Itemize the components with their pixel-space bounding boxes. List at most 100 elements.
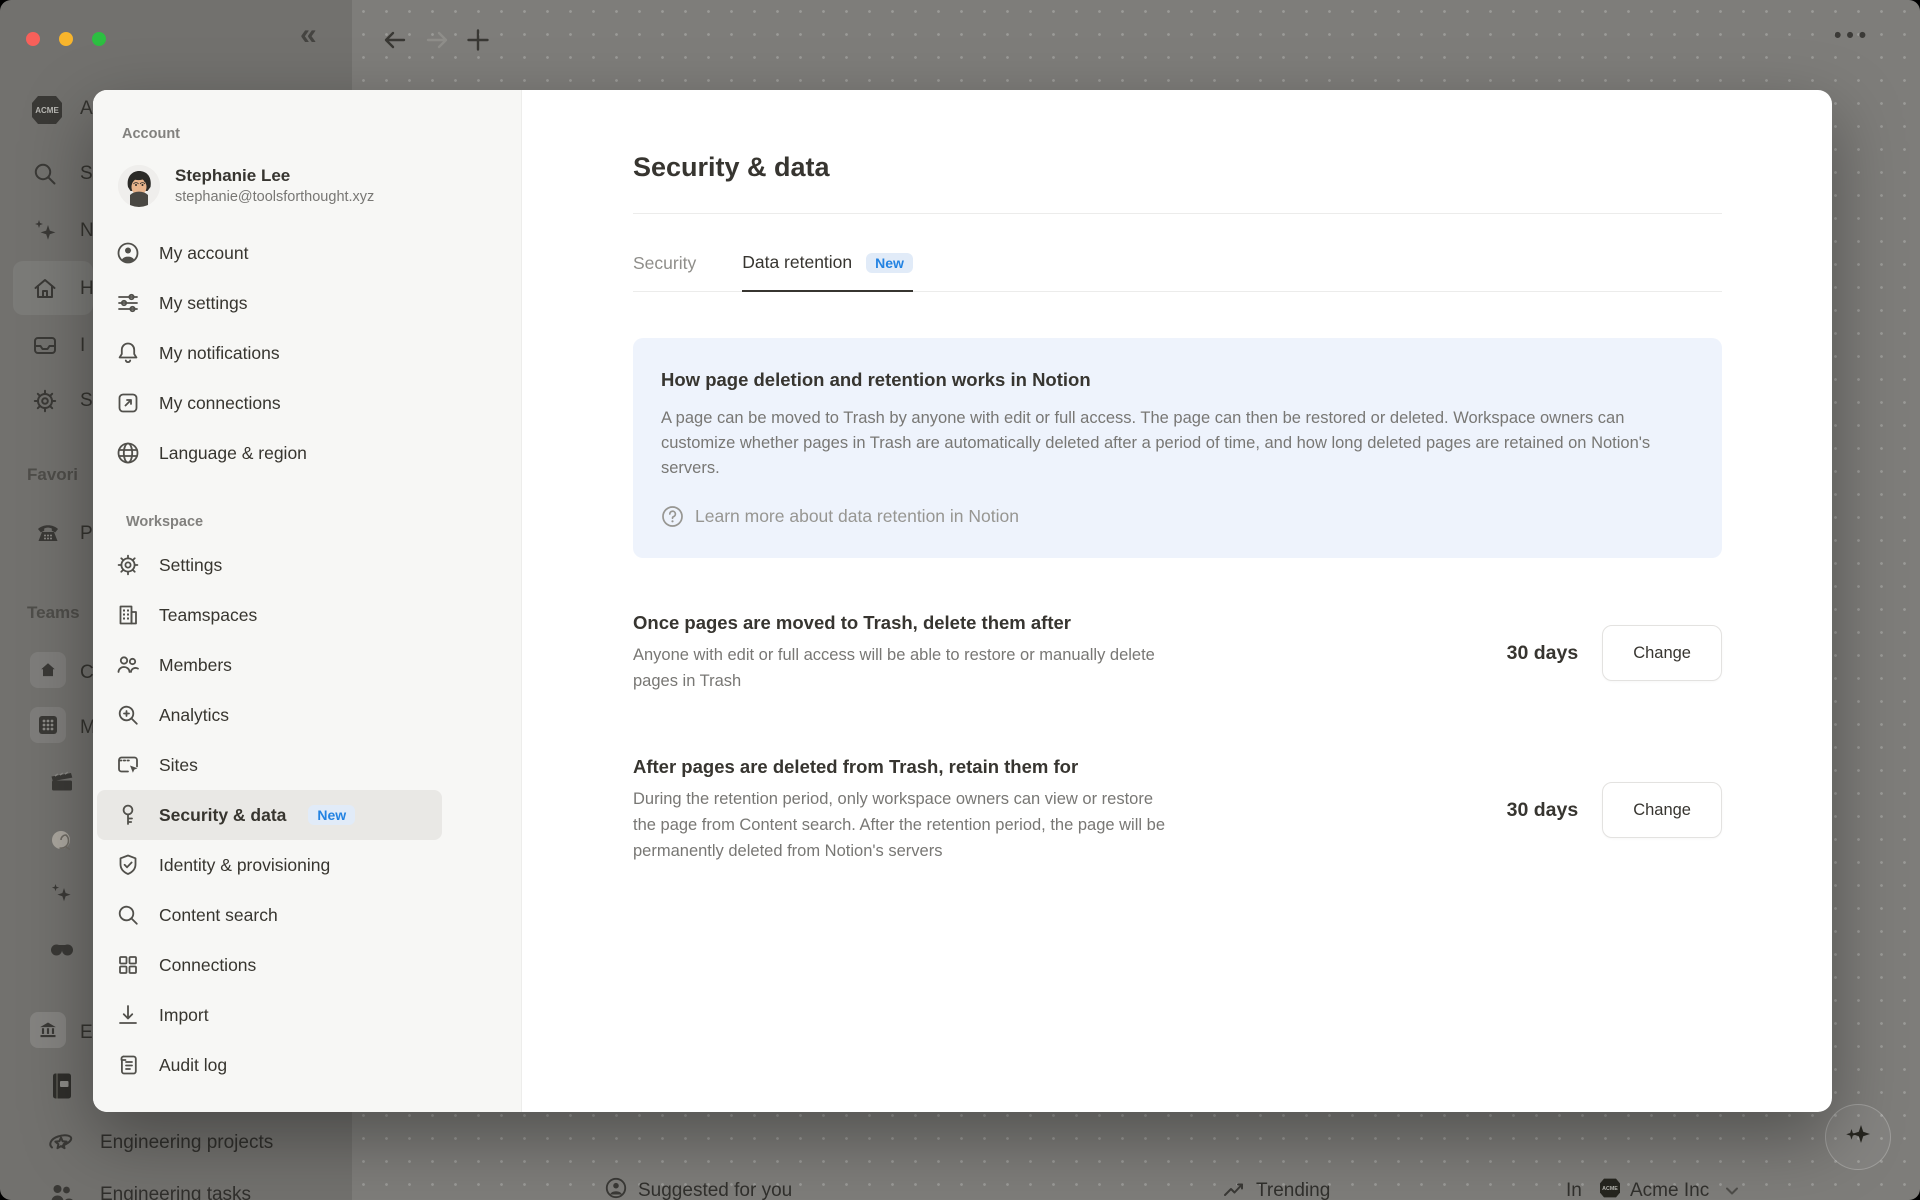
teamspace-avatar-bank [30, 1012, 66, 1048]
workspace-name-clipped: A [80, 98, 93, 120]
setting-value: 30 days [1507, 642, 1579, 665]
sidebar-item-teamspaces[interactable]: Teamspaces [97, 590, 442, 640]
scroll-icon [115, 1052, 141, 1078]
browser-cursor-icon [115, 752, 141, 778]
favorites-section-label: Favori [27, 465, 78, 485]
minimize-window-button[interactable] [59, 32, 73, 46]
settings-modal: Account Stephanie Lee stephanie@ [93, 90, 1832, 1112]
setting-text: Once pages are moved to Trash, delete th… [633, 612, 1193, 694]
sidebar-item-label: Security & data [159, 805, 286, 826]
user-avatar [118, 165, 160, 207]
tab-label: Data retention [742, 252, 852, 273]
tab-security[interactable]: Security [633, 252, 696, 292]
sidebar-collapse-icon[interactable]: « [300, 18, 317, 52]
gear-icon [115, 552, 141, 578]
sidebar-item-settings[interactable]: Settings [97, 540, 442, 590]
ai-sparkle-icon [1842, 1121, 1874, 1153]
sidebar-item-label: Members [159, 655, 232, 676]
callout-heading: How page deletion and retention works in… [661, 369, 1694, 391]
sidebar-item-my-account[interactable]: My account [97, 228, 442, 278]
back-arrow-icon[interactable] [381, 26, 409, 54]
sidebar-item-identity-provisioning[interactable]: Identity & provisioning [97, 840, 442, 890]
help-circle-icon [661, 505, 684, 528]
page-title: Security & data [633, 152, 1722, 183]
chevron-down-icon [1724, 1183, 1740, 1199]
user-identity: Stephanie Lee stephanie@toolsforthought.… [175, 165, 374, 208]
sidebar-item-content-search[interactable]: Content search [97, 890, 442, 940]
sidebar-item-label: My settings [159, 293, 248, 314]
close-window-button[interactable] [26, 32, 40, 46]
members-icon [115, 652, 141, 678]
key-icon [115, 802, 141, 828]
sidebar-item-label: Audit log [159, 1055, 227, 1076]
teamspace-avatar-company [30, 652, 66, 688]
sidebar-item-label: Language & region [159, 443, 307, 464]
sidebar-item-analytics[interactable]: Analytics [97, 690, 442, 740]
shield-check-icon [115, 852, 141, 878]
setting-description: During the retention period, only worksp… [633, 787, 1178, 864]
tab-data-retention[interactable]: Data retention New [742, 252, 913, 292]
sidebar-item-audit-log[interactable]: Audit log [97, 1040, 442, 1090]
sidebar-item-my-settings[interactable]: My settings [97, 278, 442, 328]
notion-ai-sparkles-icon [31, 217, 59, 245]
new-badge: New [866, 253, 913, 273]
sidebar-item-security-data[interactable]: Security & data New [97, 790, 442, 840]
dizzy-star-page-icon [46, 1128, 76, 1158]
arrow-up-right-square-icon [115, 390, 141, 416]
home-icon [31, 275, 59, 303]
teamspace-avatar-grid [30, 707, 66, 743]
page-link-engineering-projects: Engineering projects [100, 1132, 273, 1154]
svg-text:ACME: ACME [1602, 1186, 1618, 1192]
learn-more-label: Learn more about data retention in Notio… [695, 506, 1019, 527]
filter-in-label: In [1566, 1180, 1582, 1200]
sparkle-page-icon [48, 881, 74, 907]
suggested-for-you-label: Suggested for you [638, 1180, 792, 1200]
clapperboard-page-icon [48, 768, 76, 796]
setting-description: Anyone with edit or full access will be … [633, 643, 1178, 694]
change-button[interactable]: Change [1602, 782, 1722, 838]
sidebar-item-my-notifications[interactable]: My notifications [97, 328, 442, 378]
suggested-person-icon [604, 1176, 628, 1200]
setting-actions: 30 days Change [1507, 782, 1722, 838]
setting-heading: After pages are deleted from Trash, reta… [633, 756, 1193, 778]
account-nav: My account My settings My notifications [93, 228, 442, 1090]
forward-arrow-icon[interactable] [423, 26, 451, 54]
trending-label: Trending [1256, 1180, 1330, 1200]
favorite-page-label-clipped: P [80, 523, 93, 545]
grid-icon [115, 952, 141, 978]
sidebar-item-my-connections[interactable]: My connections [97, 378, 442, 428]
sidebar-item-connections[interactable]: Connections [97, 940, 442, 990]
sidebar-item-label: Teamspaces [159, 605, 257, 626]
teamspace-label-clipped: E [80, 1022, 93, 1044]
retention-info-callout: How page deletion and retention works in… [633, 338, 1722, 558]
new-page-plus-icon[interactable] [464, 26, 492, 54]
sidebar-item-label: Import [159, 1005, 209, 1026]
zoom-window-button[interactable] [92, 32, 106, 46]
change-button[interactable]: Change [1602, 625, 1722, 681]
search-icon [31, 160, 59, 188]
svg-text:ACME: ACME [35, 106, 59, 115]
tabs-bar: Security Data retention New [633, 214, 1722, 292]
sidebar-item-import[interactable]: Import [97, 990, 442, 1040]
sidebar-item-sites[interactable]: Sites [97, 740, 442, 790]
notion-ai-fab [1825, 1104, 1891, 1170]
settings-sidebar: Account Stephanie Lee stephanie@ [93, 90, 522, 1112]
sidebar-item-language-region[interactable]: Language & region [97, 428, 442, 478]
sidebar-item-label: Analytics [159, 705, 229, 726]
learn-more-link[interactable]: Learn more about data retention in Notio… [661, 505, 1694, 528]
setting-value: 30 days [1507, 799, 1579, 822]
setting-row-retention-period: After pages are deleted from Trash, reta… [633, 756, 1722, 864]
app-window: « ACME A S N H I S Favori [0, 0, 1920, 1200]
download-icon [115, 1002, 141, 1028]
settings-label-clipped: S [80, 390, 93, 412]
user-name: Stephanie Lee [175, 165, 374, 188]
ai-label-clipped: N [80, 220, 94, 242]
trending-icon [1222, 1177, 1246, 1200]
account-user-row: Stephanie Lee stephanie@toolsforthought.… [118, 158, 521, 214]
notebook-page-icon [48, 1071, 76, 1101]
sidebar-item-label: Identity & provisioning [159, 855, 330, 876]
sidebar-item-members[interactable]: Members [97, 640, 442, 690]
magnifier-plus-icon [115, 702, 141, 728]
more-options-icon[interactable]: ••• [1834, 24, 1871, 48]
page-link-engineering-tasks: Engineering tasks [100, 1184, 251, 1200]
